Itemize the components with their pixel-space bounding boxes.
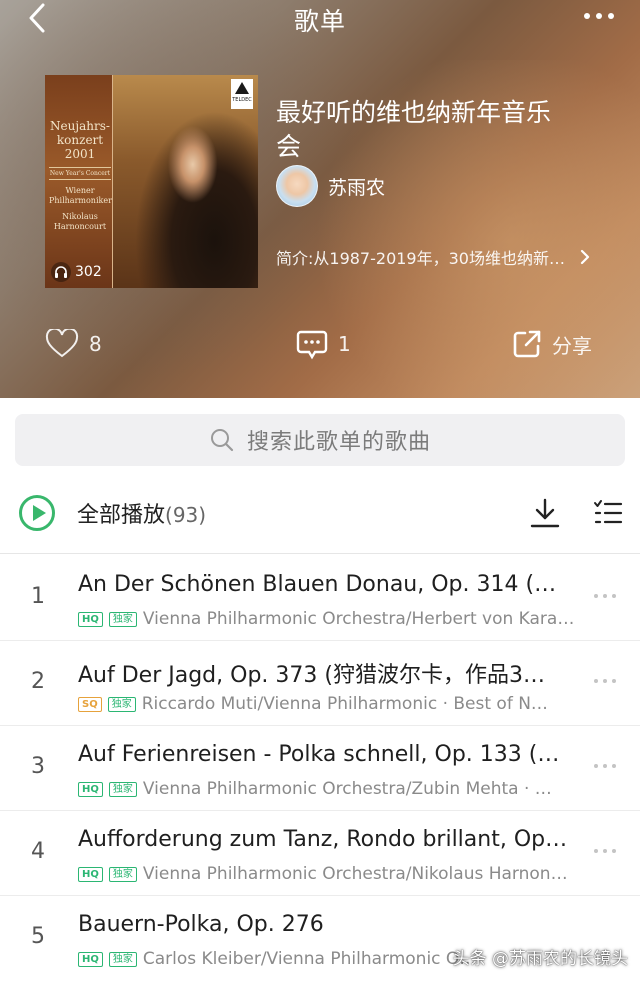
more-options-icon[interactable]	[584, 8, 620, 24]
playlist-intro[interactable]: 简介:从1987-2019年，30场维也纳新年音乐会	[276, 245, 596, 269]
song-meta: HQ 独家 Vienna Philharmonic Orchestra/Herb…	[78, 608, 578, 630]
heart-icon	[45, 329, 79, 358]
creator[interactable]: 苏雨农	[276, 164, 385, 208]
play-all-row: 全部播放(93)	[0, 485, 640, 541]
song-artist: Carlos Kleiber/Vienna Philharmonic O…	[142, 949, 477, 969]
cover-orchestra-line: Wiener	[65, 186, 95, 195]
song-artist: Riccardo Muti/Vienna Philharmonic · Best…	[141, 694, 548, 714]
cover-title-line: Neujahrs-	[50, 119, 110, 133]
cover-orchestra-line: Philharmoniker	[49, 196, 112, 205]
song-artist: Vienna Philharmonic Orchestra/Nikolaus H…	[142, 864, 568, 884]
play-count: 302	[51, 261, 102, 283]
comment-count: 1	[338, 332, 351, 356]
song-index: 5	[31, 924, 45, 949]
cover-title-line: 2001	[64, 147, 96, 161]
song-meta: SQ 独家 Riccardo Muti/Vienna Philharmonic …	[78, 693, 578, 715]
song-row[interactable]: 2 Auf Der Jagd, Op. 373 (狩猎波尔卡，作品3… SQ 独…	[0, 641, 640, 726]
song-count: (93)	[165, 503, 207, 527]
intro-text: 简介:从1987-2019年，30场维也纳新年音乐会	[276, 249, 568, 268]
top-bar: 歌单	[0, 0, 640, 40]
quality-badge: HQ	[78, 611, 103, 627]
headphones-icon	[51, 262, 71, 282]
cover-conductor-line: Nikolaus	[62, 212, 98, 221]
song-artist: Vienna Philharmonic Orchestra/Zubin Meht…	[142, 779, 552, 799]
song-meta: HQ 独家 Vienna Philharmonic Orchestra/Zubi…	[78, 778, 578, 800]
song-artist: Vienna Philharmonic Orchestra/Herbert vo…	[142, 609, 575, 629]
cover-conductor-line: Harnoncourt	[53, 222, 107, 231]
share-icon	[513, 330, 541, 358]
avatar[interactable]	[276, 165, 318, 207]
playlist-title: 最好听的维也纳新年音乐会	[276, 98, 552, 161]
quality-badge: HQ	[78, 866, 103, 882]
song-index: 1	[31, 584, 45, 609]
playlist-header: 歌单 Neujahrs- konzert 2001 New Year's Con…	[0, 0, 640, 398]
play-all-label: 全部播放	[77, 503, 166, 528]
song-more-icon[interactable]	[594, 849, 620, 855]
divider	[0, 553, 640, 554]
song-more-icon[interactable]	[594, 594, 620, 600]
song-title: Auf Der Jagd, Op. 373 (狩猎波尔卡，作品3…	[78, 663, 545, 688]
song-title: Aufforderung zum Tanz, Rondo brillant, O…	[78, 827, 568, 852]
search-icon	[210, 429, 234, 452]
share-label: 分享	[552, 333, 592, 358]
page-title: 歌单	[293, 7, 346, 36]
play-all-icon[interactable]	[19, 495, 55, 531]
song-title: Auf Ferienreisen - Polka schnell, Op. 13…	[78, 742, 560, 767]
chevron-right-icon	[580, 249, 590, 265]
search-input[interactable]: 搜索此歌单的歌曲	[15, 414, 625, 466]
action-bar: 8 1 分享	[0, 320, 640, 368]
watermark: 头条 @苏雨农的长镜头	[452, 949, 628, 969]
share-button[interactable]: 分享	[512, 320, 592, 368]
song-index: 2	[31, 669, 45, 694]
playlist-cover[interactable]: Neujahrs- konzert 2001 New Year's Concer…	[45, 75, 258, 288]
cover-text-panel: Neujahrs- konzert 2001 New Year's Concer…	[45, 75, 113, 288]
quality-badge: HQ	[78, 781, 103, 797]
multi-select-icon[interactable]	[592, 497, 624, 529]
play-count-value: 302	[75, 264, 102, 280]
download-icon[interactable]	[528, 497, 562, 531]
song-title: Bauern-Polka, Op. 276	[78, 912, 324, 937]
comment-icon	[296, 330, 328, 360]
quality-badge: HQ	[78, 951, 103, 967]
song-row[interactable]: 1 An Der Schönen Blauen Donau, Op. 314 (…	[0, 556, 640, 641]
song-index: 3	[31, 754, 45, 779]
song-index: 4	[31, 839, 45, 864]
exclusive-badge: 独家	[108, 866, 137, 882]
exclusive-badge: 独家	[108, 781, 137, 797]
exclusive-badge: 独家	[107, 696, 136, 712]
song-row[interactable]: 4 Aufforderung zum Tanz, Rondo brillant,…	[0, 811, 640, 896]
song-more-icon[interactable]	[594, 764, 620, 770]
like-button[interactable]: 8	[45, 320, 102, 368]
song-more-icon[interactable]	[594, 679, 620, 685]
creator-name[interactable]: 苏雨农	[328, 173, 385, 200]
quality-badge: SQ	[78, 696, 102, 712]
exclusive-badge: 独家	[108, 611, 137, 627]
like-count: 8	[89, 332, 102, 356]
cover-subtitle: New Year's Concert	[49, 167, 111, 180]
song-title: An Der Schönen Blauen Donau, Op. 314 (…	[78, 572, 557, 597]
cover-title-line: konzert	[56, 133, 104, 147]
comment-button[interactable]: 1	[296, 320, 351, 368]
exclusive-badge: 独家	[108, 951, 137, 967]
search-placeholder: 搜索此歌单的歌曲	[246, 430, 431, 455]
play-all-button[interactable]: 全部播放(93)	[77, 497, 206, 529]
song-list: 1 An Der Schönen Blauen Donau, Op. 314 (…	[0, 556, 640, 981]
song-row[interactable]: 3 Auf Ferienreisen - Polka schnell, Op. …	[0, 726, 640, 811]
record-label-logo: TELDEC	[231, 79, 253, 109]
song-meta: HQ 独家 Vienna Philharmonic Orchestra/Niko…	[78, 863, 578, 885]
